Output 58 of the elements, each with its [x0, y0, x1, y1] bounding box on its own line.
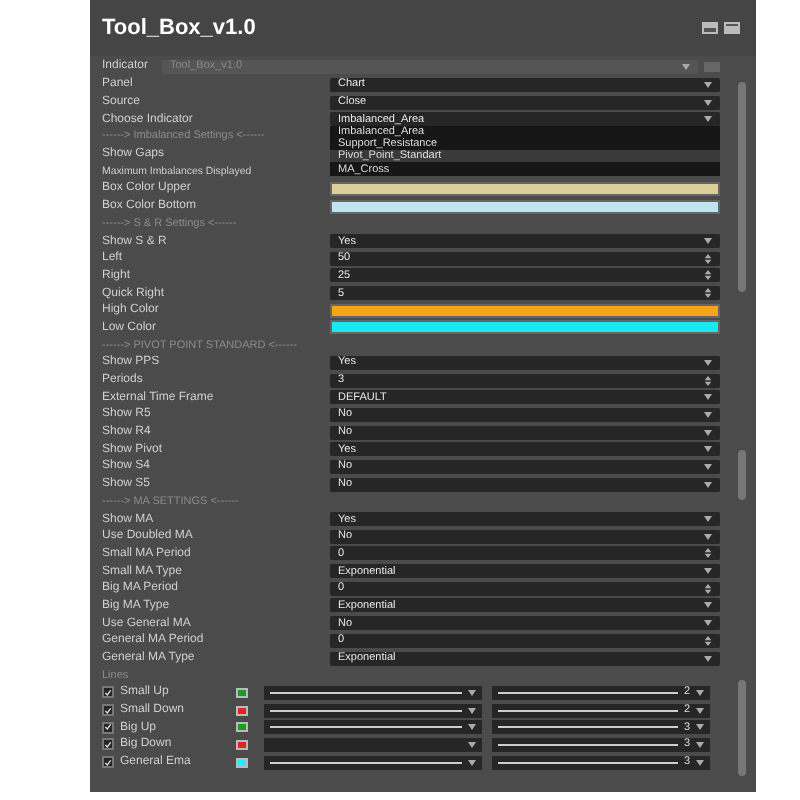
- line-style-dropdown[interactable]: [264, 703, 483, 718]
- checkbox[interactable]: [102, 686, 114, 699]
- spinner-icon: [704, 548, 712, 559]
- caret-icon: [682, 63, 690, 69]
- scrollbar[interactable]: [738, 82, 746, 292]
- spinner-icon: [704, 635, 712, 646]
- caret-icon: [468, 759, 477, 766]
- checkbox[interactable]: [102, 704, 114, 717]
- scrollbar[interactable]: [738, 450, 746, 500]
- caret-icon: [704, 620, 712, 627]
- color-swatch[interactable]: [235, 722, 249, 733]
- caret-icon: [704, 463, 712, 470]
- caret-icon: [704, 394, 712, 401]
- color-swatch[interactable]: [235, 739, 249, 750]
- caret-icon: [468, 741, 477, 748]
- caret-icon: [704, 429, 712, 436]
- checkbox[interactable]: [102, 756, 114, 769]
- line-style-dropdown[interactable]: [264, 755, 483, 770]
- caret-icon: [704, 516, 712, 523]
- caret-icon: [696, 707, 704, 714]
- checkbox[interactable]: [102, 738, 114, 751]
- spinner-icon: [704, 583, 712, 594]
- color-swatch[interactable]: [330, 303, 720, 318]
- color-swatch[interactable]: [330, 320, 720, 335]
- color-swatch[interactable]: [235, 757, 249, 768]
- color-swatch[interactable]: [235, 705, 249, 716]
- line-style-dropdown[interactable]: [264, 685, 483, 700]
- caret-icon: [704, 655, 712, 662]
- spinner-icon: [704, 375, 712, 386]
- minimize-icon[interactable]: [702, 22, 718, 34]
- caret-icon: [468, 689, 477, 696]
- caret-icon: [696, 724, 704, 731]
- caret-icon: [696, 689, 704, 696]
- spinner-icon: [704, 288, 712, 299]
- window-icon[interactable]: [724, 22, 740, 34]
- spinner-icon: [704, 253, 712, 264]
- caret-icon: [704, 481, 712, 488]
- scrollbar[interactable]: [738, 680, 746, 776]
- color-swatch[interactable]: [330, 181, 720, 196]
- caret-icon: [704, 568, 712, 575]
- caret-icon: [704, 533, 712, 540]
- caret-icon: [704, 81, 712, 88]
- color-swatch[interactable]: [235, 687, 249, 698]
- caret-icon: [468, 707, 477, 714]
- caret-icon: [704, 411, 712, 418]
- window-title: Tool_Box_v1.0: [102, 16, 256, 40]
- line-style-dropdown[interactable]: [264, 720, 483, 735]
- caret-icon: [696, 741, 704, 748]
- caret-icon: [704, 99, 712, 106]
- caret-icon: [704, 238, 712, 245]
- caret-icon: [468, 724, 477, 731]
- caret-icon: [704, 602, 712, 609]
- spinner-icon: [704, 270, 712, 281]
- caret-icon: [704, 446, 712, 453]
- checkbox[interactable]: [102, 721, 114, 734]
- caret-icon: [704, 359, 712, 366]
- caret-icon: [696, 759, 704, 766]
- color-swatch[interactable]: [330, 199, 720, 214]
